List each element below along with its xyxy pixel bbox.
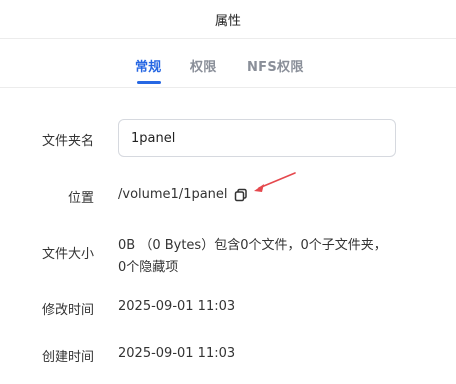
folder-name-input[interactable]: 1panel (118, 119, 396, 157)
created-time-value: 2025-09-01 11:03 (118, 346, 236, 361)
file-size-label: 文件大小 (41, 247, 94, 262)
file-size-line1: 0B （0 Bytes）包含0个文件，0个子文件夹， (118, 238, 387, 253)
created-time-label: 创建时间 (41, 350, 94, 365)
location-label: 位置 (67, 191, 94, 206)
modified-time-value: 2025-09-01 11:03 (118, 299, 236, 314)
folder-name-label: 文件夹名 (41, 134, 94, 149)
file-size-line2: 0个隐藏项 (118, 260, 179, 275)
tab-permissions[interactable]: 权限 (190, 56, 217, 75)
active-tab-indicator (137, 81, 161, 84)
tab-general[interactable]: 常规 (135, 56, 162, 75)
tab-bar: 常规 权限 NFS权限 (0, 39, 456, 88)
modified-time-label: 修改时间 (41, 303, 94, 318)
dialog-title: 属性 (214, 14, 241, 29)
copy-icon[interactable] (234, 188, 248, 202)
tab-nfs-permissions[interactable]: NFS权限 (247, 56, 304, 75)
dialog-header: 属性 (0, 0, 456, 39)
location-value: /volume1/1panel (118, 187, 228, 202)
folder-name-value: 1panel (131, 131, 176, 146)
